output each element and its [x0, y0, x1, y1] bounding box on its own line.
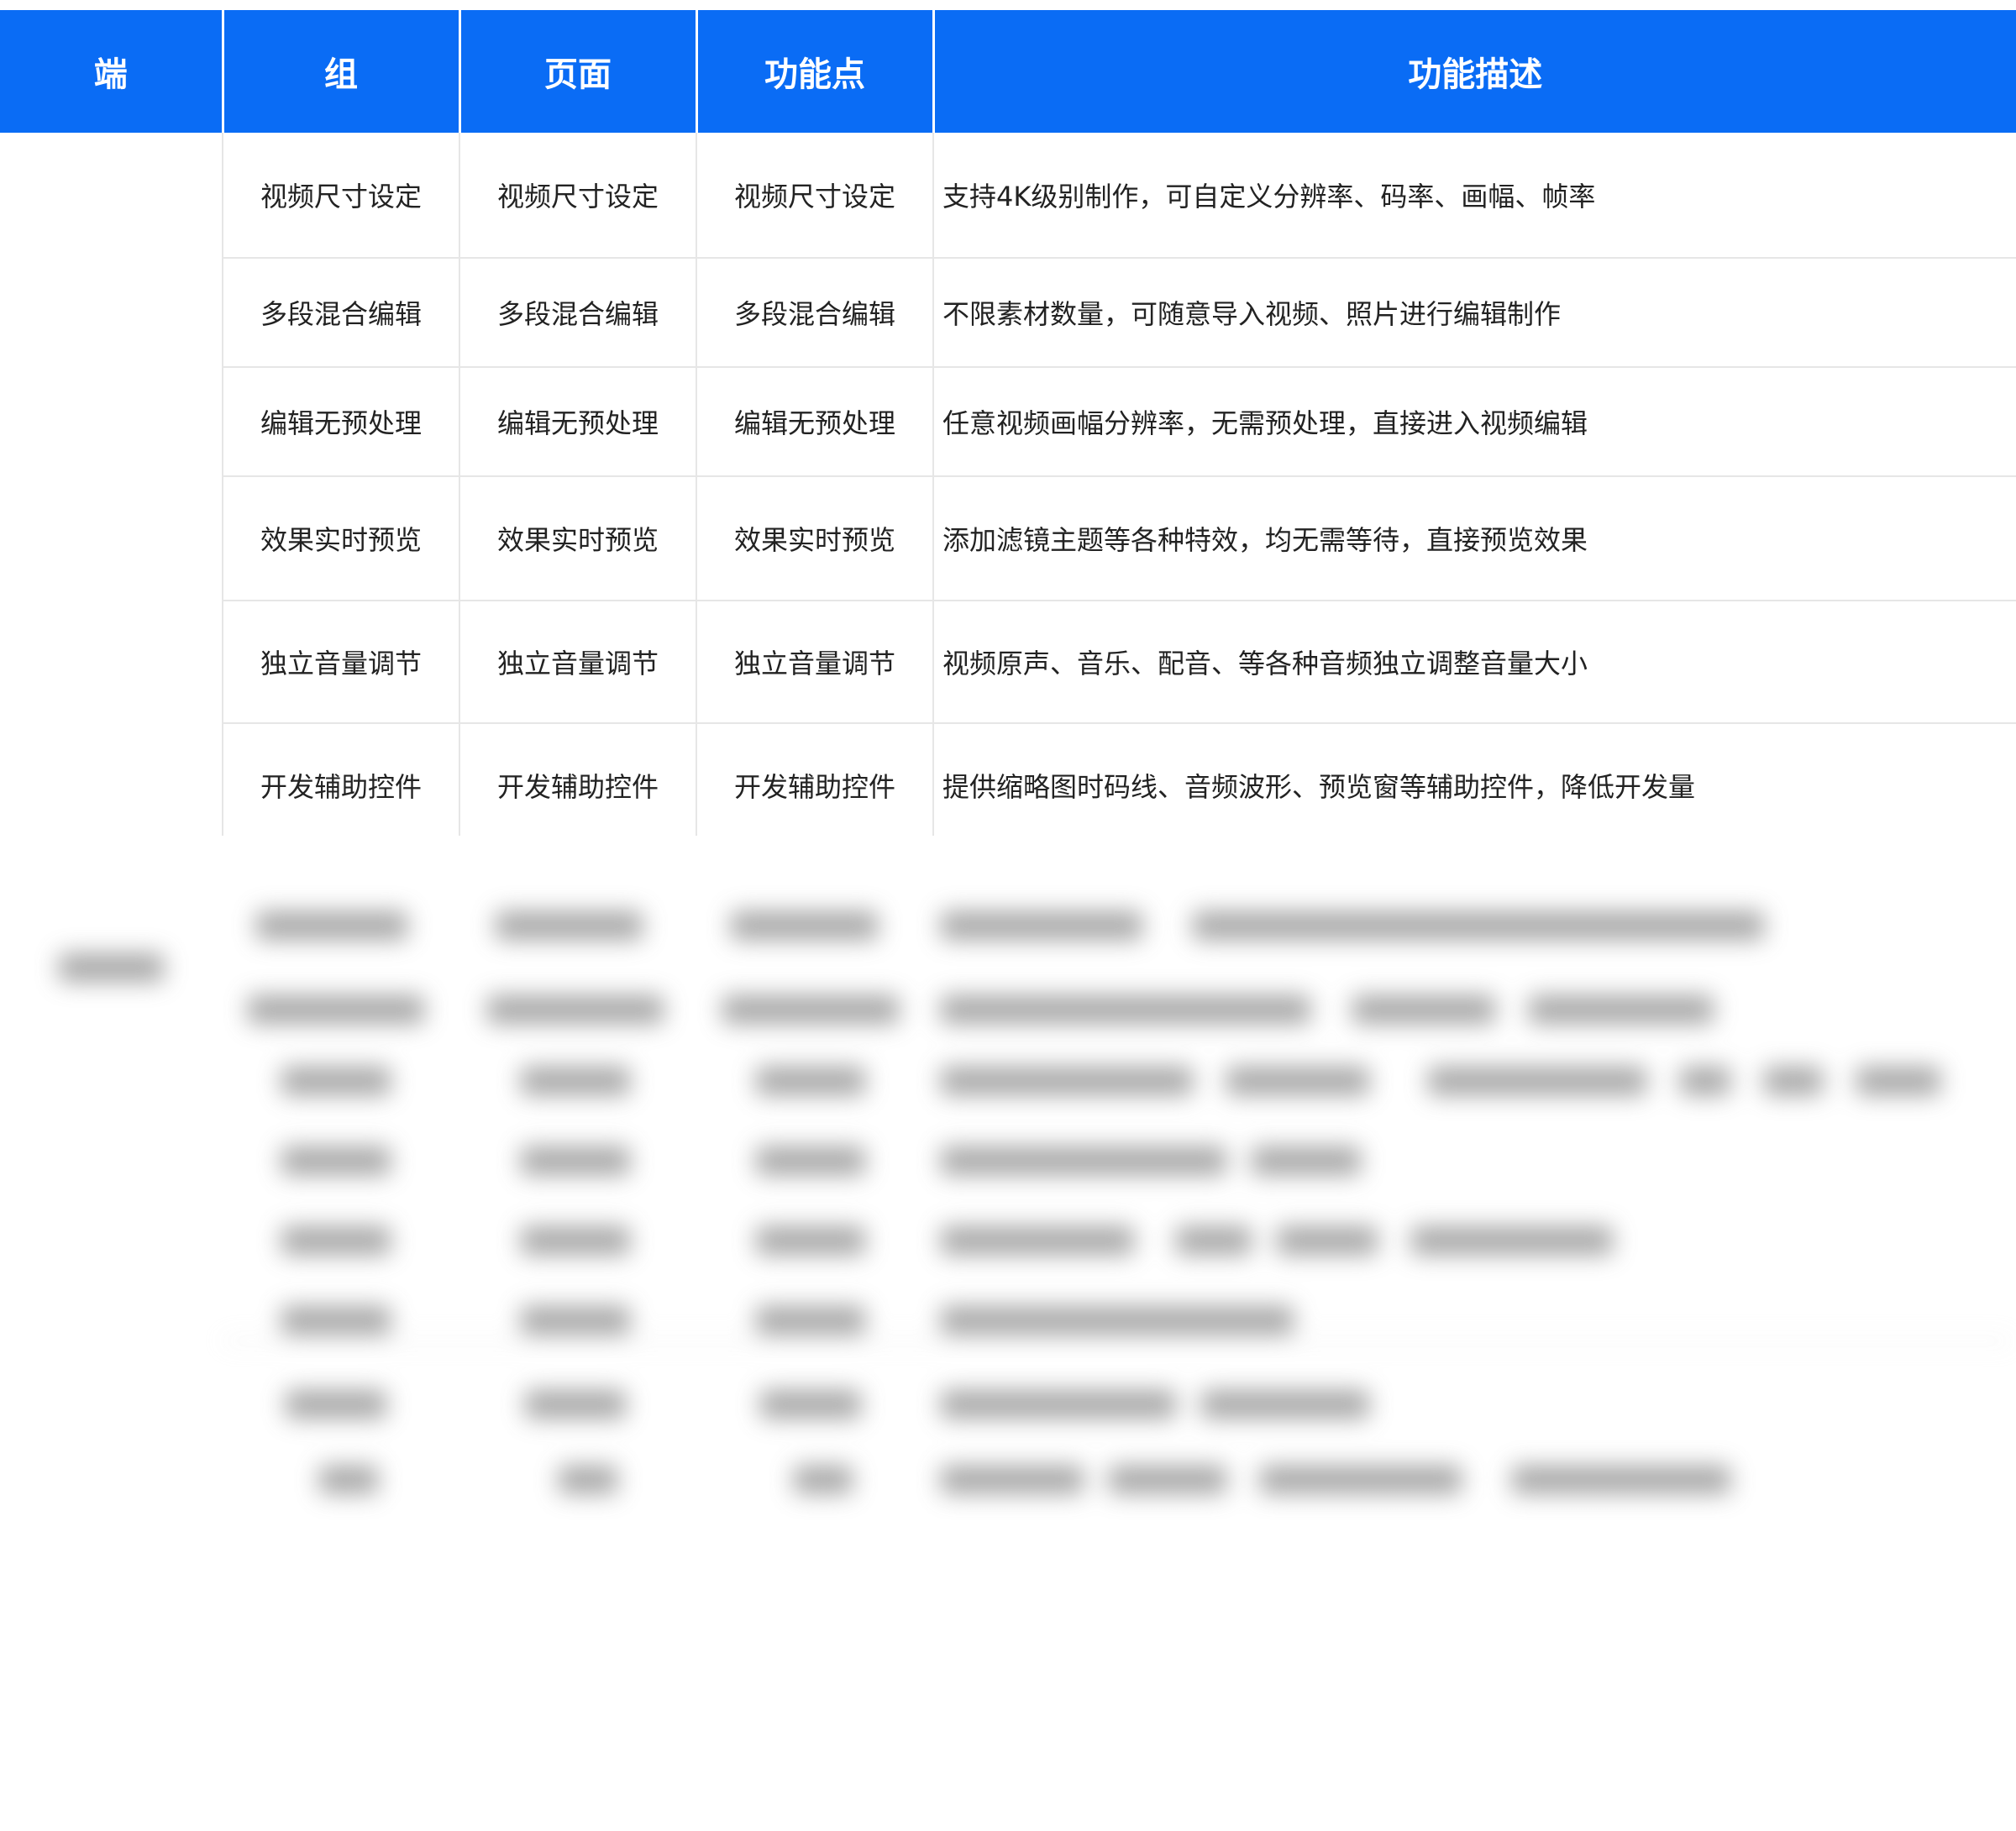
header-group: 组	[221, 10, 459, 133]
cell-description: 添加滤镜主题等各种特效，均无需等待，直接预览效果	[932, 476, 2016, 601]
table-row: 编辑无预处理 编辑无预处理 编辑无预处理 任意视频画幅分辨率，无需预处理，直接进…	[0, 367, 2016, 477]
cell-description: 支持4K级别制作，可自定义分辨率、码率、画幅、帧率	[932, 133, 2016, 259]
cell-group: 编辑无预处理	[222, 367, 459, 477]
header-row: 端 组 页面 功能点 功能描述	[0, 10, 2016, 133]
header-page: 页面	[458, 10, 696, 133]
blurred-table-section	[0, 836, 2016, 1831]
table-row: 视频尺寸设定 视频尺寸设定 视频尺寸设定 支持4K级别制作，可自定义分辨率、码率…	[0, 133, 2016, 259]
cell-feature: 效果实时预览	[696, 476, 933, 601]
cell-feature: 开发辅助控件	[696, 723, 933, 848]
header-description: 功能描述	[932, 10, 2016, 133]
page: 端 组 页面 功能点 功能描述 视频尺寸设定 视频尺寸设定 视频尺寸设定 支持4…	[0, 0, 2016, 1831]
table-body: 视频尺寸设定 视频尺寸设定 视频尺寸设定 支持4K级别制作，可自定义分辨率、码率…	[0, 133, 2016, 848]
duan-cell	[0, 133, 223, 847]
table-row: 多段混合编辑 多段混合编辑 多段混合编辑 不限素材数量，可随意导入视频、照片进行…	[0, 258, 2016, 368]
header-duan: 端	[0, 10, 223, 133]
cell-description: 不限素材数量，可随意导入视频、照片进行编辑制作	[932, 258, 2016, 368]
bottom-fade	[0, 1478, 2016, 1831]
cell-page: 编辑无预处理	[459, 367, 696, 477]
cell-description: 视频原声、音乐、配音、等各种音频独立调整音量大小	[932, 601, 2016, 724]
cell-group: 视频尺寸设定	[222, 133, 459, 259]
feature-table: 端 组 页面 功能点 功能描述 视频尺寸设定 视频尺寸设定 视频尺寸设定 支持4…	[0, 10, 2016, 848]
table-row: 效果实时预览 效果实时预览 效果实时预览 添加滤镜主题等各种特效，均无需等待，直…	[0, 476, 2016, 601]
cell-page: 开发辅助控件	[459, 723, 696, 848]
cell-group: 效果实时预览	[222, 476, 459, 601]
cell-description: 提供缩略图时码线、音频波形、预览窗等辅助控件，降低开发量	[932, 723, 2016, 848]
cell-page: 独立音量调节	[459, 601, 696, 724]
cell-description: 任意视频画幅分辨率，无需预处理，直接进入视频编辑	[932, 367, 2016, 477]
table-header: 端 组 页面 功能点 功能描述	[0, 10, 2016, 133]
cell-page: 效果实时预览	[459, 476, 696, 601]
cell-feature: 多段混合编辑	[696, 258, 933, 368]
cell-group: 开发辅助控件	[222, 723, 459, 848]
cell-feature: 编辑无预处理	[696, 367, 933, 477]
cell-group: 独立音量调节	[222, 601, 459, 724]
cell-group: 多段混合编辑	[222, 258, 459, 368]
cell-feature: 独立音量调节	[696, 601, 933, 724]
cell-page: 视频尺寸设定	[459, 133, 696, 259]
cell-page: 多段混合编辑	[459, 258, 696, 368]
header-feature: 功能点	[695, 10, 933, 133]
table-row: 独立音量调节 独立音量调节 独立音量调节 视频原声、音乐、配音、等各种音频独立调…	[0, 601, 2016, 724]
table-row: 开发辅助控件 开发辅助控件 开发辅助控件 提供缩略图时码线、音频波形、预览窗等辅…	[0, 723, 2016, 848]
cell-feature: 视频尺寸设定	[696, 133, 933, 259]
